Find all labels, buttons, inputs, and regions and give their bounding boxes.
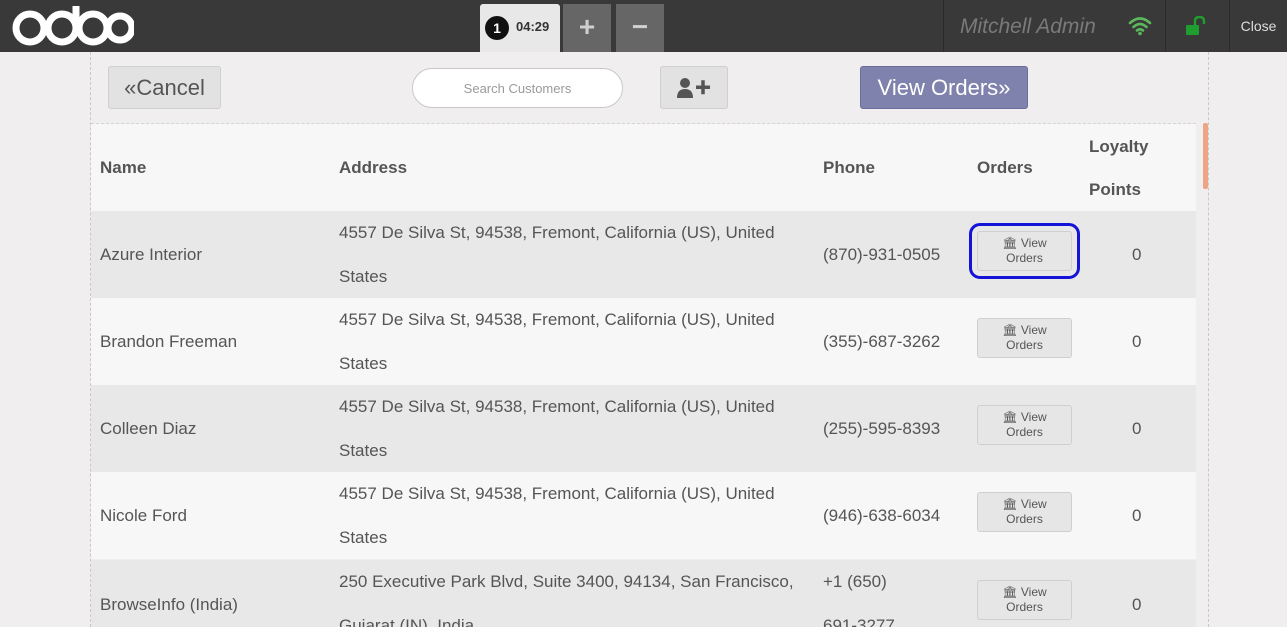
column-header-address: Address [339, 158, 408, 177]
cancel-label: Cancel [136, 75, 205, 100]
orders-label: Orders [1006, 512, 1043, 526]
view-customer-orders-button[interactable]: 🏛︎ View Orders [977, 405, 1072, 445]
loyalty-points: 0 [1132, 506, 1142, 525]
scrollbar[interactable] [1203, 123, 1208, 189]
double-right-icon: » [998, 75, 1011, 100]
view-label: View [1020, 497, 1047, 511]
address-line: 4557 De Silva St, 94538, Fremont, Califo… [339, 397, 775, 416]
customer-phone: (946)-638-6034 [823, 506, 941, 525]
column-header-loyalty: Loyalty [1089, 137, 1149, 156]
order-tab[interactable]: 1 04:29 [480, 4, 560, 52]
customer-name: Brandon Freeman [100, 332, 238, 351]
address-line: States [339, 528, 388, 547]
view-label: View [1020, 323, 1047, 337]
add-customer-button[interactable] [660, 66, 728, 109]
view-label: View [1020, 236, 1047, 250]
view-label: View [1020, 410, 1047, 424]
address-line: States [339, 267, 388, 286]
close-button[interactable]: Close [1230, 0, 1287, 52]
customer-phone: (355)-687-3262 [823, 332, 941, 351]
address-line: 4557 De Silva St, 94538, Fremont, Califo… [339, 484, 775, 503]
phone-line: 691-3277 [823, 616, 895, 627]
view-label: View [1020, 585, 1047, 599]
address-line: 250 Executive Park Blvd, Suite 3400, 941… [339, 572, 794, 591]
orders-label: Orders [1006, 600, 1043, 614]
odoo-logo [12, 6, 134, 46]
table-row[interactable]: Brandon Freeman 4557 De Silva St, 94538,… [91, 298, 1196, 385]
bank-icon: 🏛︎ [1002, 497, 1018, 511]
customer-name: Colleen Diaz [100, 419, 197, 438]
loyalty-points: 0 [1132, 332, 1142, 351]
remove-order-button[interactable]: − [616, 4, 664, 52]
double-left-icon: « [124, 75, 137, 100]
view-customer-orders-button[interactable]: 🏛︎ View Orders [969, 223, 1080, 279]
add-user-icon [677, 77, 710, 98]
address-line: Gujarat (IN), India [339, 616, 475, 627]
loyalty-points: 0 [1132, 419, 1142, 438]
bank-icon: 🏛︎ [1002, 323, 1018, 337]
customer-address: 4557 De Silva St, 94538, Fremont, Califo… [339, 472, 809, 560]
customer-phone: (255)-595-8393 [823, 419, 941, 438]
add-order-button[interactable]: + [563, 4, 611, 52]
order-time: 04:29 [516, 19, 550, 34]
top-bar: 1 04:29 + − Mitchell Admin Close [0, 0, 1287, 52]
wifi-icon [1128, 17, 1152, 36]
view-orders-button[interactable]: View Orders» [860, 66, 1028, 109]
customer-address: 4557 De Silva St, 94538, Fremont, Califo… [339, 298, 809, 386]
table-header: Name Address Phone Orders Loyalty Points [91, 124, 1196, 211]
orders-label: Orders [1006, 425, 1043, 439]
customer-phone: (870)-931-0505 [823, 245, 941, 264]
bank-icon: 🏛︎ [1002, 585, 1018, 599]
address-line: States [339, 354, 388, 373]
bank-icon: 🏛︎ [1002, 236, 1018, 250]
address-line: States [339, 441, 388, 460]
view-customer-orders-button[interactable]: 🏛︎ View Orders [977, 318, 1072, 358]
column-header-name: Name [100, 158, 147, 177]
customer-name: Nicole Ford [100, 506, 187, 525]
customer-name: BrowseInfo (India) [100, 595, 238, 614]
table-row[interactable]: Nicole Ford 4557 De Silva St, 94538, Fre… [91, 472, 1196, 559]
column-header-phone: Phone [823, 158, 875, 177]
phone-line: +1 (650) [823, 572, 887, 591]
customer-address: 4557 De Silva St, 94538, Fremont, Califo… [339, 385, 809, 473]
customer-name: Azure Interior [100, 245, 203, 264]
unlock-icon [1186, 16, 1206, 35]
loyalty-points: 0 [1132, 595, 1142, 614]
customer-table: Name Address Phone Orders Loyalty Points… [91, 123, 1196, 627]
orders-label: Orders [1006, 338, 1043, 352]
orders-label: Orders [1006, 251, 1043, 265]
table-row[interactable]: BrowseInfo (India) 250 Executive Park Bl… [91, 560, 1196, 627]
table-row[interactable]: Azure Interior 4557 De Silva St, 94538, … [91, 211, 1196, 298]
view-customer-orders-button[interactable]: 🏛︎ View Orders [977, 580, 1072, 620]
view-orders-label: View Orders [877, 75, 999, 100]
customer-address: 4557 De Silva St, 94538, Fremont, Califo… [339, 211, 809, 299]
address-line: 4557 De Silva St, 94538, Fremont, Califo… [339, 223, 775, 242]
table-row[interactable]: Colleen Diaz 4557 De Silva St, 94538, Fr… [91, 385, 1196, 472]
order-number-badge: 1 [485, 16, 509, 40]
wifi-status[interactable] [1110, 0, 1170, 52]
customer-address: 250 Executive Park Blvd, Suite 3400, 941… [339, 560, 819, 627]
cancel-button[interactable]: «Cancel [108, 66, 221, 109]
column-header-orders: Orders [977, 158, 1033, 177]
view-customer-orders-button[interactable]: 🏛︎ View Orders [977, 492, 1072, 532]
customer-phone: +1 (650) 691-3277 [823, 560, 895, 627]
lock-status[interactable] [1166, 0, 1226, 52]
address-line: 4557 De Silva St, 94538, Fremont, Califo… [339, 310, 775, 329]
bank-icon: 🏛︎ [1002, 410, 1018, 424]
loyalty-points: 0 [1132, 245, 1142, 264]
column-header-points: Points [1089, 180, 1141, 199]
search-customers-input[interactable] [412, 68, 623, 108]
